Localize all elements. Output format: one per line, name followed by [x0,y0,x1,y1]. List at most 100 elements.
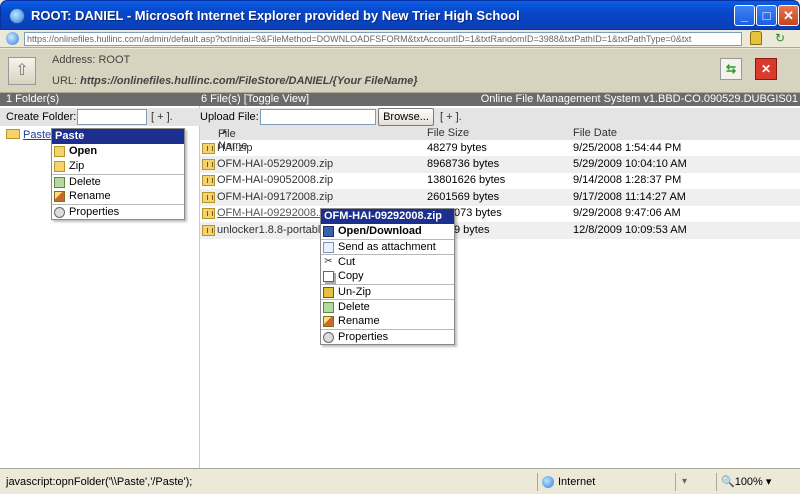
table-row[interactable]: OFM-HAI-09052008.zip 13801626 bytes 9/14… [200,172,800,189]
menu-item-delete[interactable]: Delete [52,174,184,189]
zip-icon [202,159,215,170]
table-row[interactable]: OFM-HAI-09172008.zip 2601569 bytes 9/17/… [200,189,800,206]
menu-item-zip[interactable]: Zip [52,159,184,174]
upload-add[interactable]: [ + ]. [440,111,462,123]
close-window-button[interactable]: ✕ [778,5,799,26]
zip-icon [202,192,215,203]
zoom-control[interactable]: 🔍100% ▾ [716,473,796,491]
file-name[interactable]: OFM-HAI-09052008.zip [217,174,333,186]
file-name[interactable]: HAI.zip [217,142,252,154]
close-panel-icon[interactable]: ✕ [755,58,777,80]
menu-item-label: Properties [69,206,120,218]
file-size: 9 bytes [454,224,490,236]
mail-icon [323,242,334,253]
menu-item-label: Un-Zip [338,286,372,298]
download-icon [323,226,334,237]
file-date: 5/29/2009 10:04:10 AM [573,158,687,170]
menu-item-label: Properties [338,331,389,343]
menu-item-properties[interactable]: Properties [52,204,184,219]
menu-item-copy[interactable]: Copy [321,269,454,284]
security-zone[interactable]: Internet [537,473,667,491]
sync-icon[interactable]: ⇆ [720,58,742,80]
col-file-size[interactable]: File Size [427,127,469,139]
upload-label: Upload File: [200,111,259,123]
file-name[interactable]: OFM-HAI-09292008.zip [217,207,333,219]
menu-item-label: Delete [338,301,370,313]
folder-up-button[interactable]: ⇧ [8,57,36,85]
files-count-toggle[interactable]: 6 File(s) [Toggle View] [201,93,309,105]
menu-item-label: Open [69,145,98,157]
lock-icon[interactable] [750,31,762,45]
window-title: ROOT: DANIEL - Microsoft Internet Explor… [31,8,520,23]
file-date: 9/29/2008 9:47:06 AM [573,207,681,219]
menu-item-open[interactable]: Open [52,144,184,159]
menu-item-unzip[interactable]: Un-Zip [321,284,454,299]
menu-item-open-download[interactable]: Open/Download [321,224,454,239]
upload-input[interactable] [260,109,376,125]
zip-icon [202,208,215,219]
create-folder-input[interactable] [77,109,147,125]
zip-icon [202,225,215,236]
file-pane: Upload File: Browse... [ + ]. File Name ▲… [200,106,800,468]
maximize-button[interactable]: □ [756,5,777,26]
files-header: 6 File(s) [Toggle View] Online File Mana… [200,93,800,106]
table-row[interactable]: OFM-HAI-09292008.zip 073 bytes 9/29/2008… [200,205,800,222]
table-row[interactable]: OFM-HAI-05292009.zip 8968736 bytes 5/29/… [200,156,800,173]
globe-icon [542,476,554,488]
protected-mode-icon[interactable]: ▾ [675,473,711,491]
current-url: URL: https://onlinefiles.hullinc.com/Fil… [52,75,418,87]
file-date: 9/25/2008 1:54:44 PM [573,142,682,154]
file-menu-title: OFM-HAI-09292008.zip [321,209,454,224]
menu-item-label: Open/Download [338,225,422,237]
status-bar: javascript:opnFolder('\\Paste','/Paste')… [0,468,800,494]
sort-asc-icon: ▲ [221,128,228,135]
menu-item-rename[interactable]: Rename [52,189,184,204]
zip-icon [202,143,215,154]
rename-icon [54,191,65,202]
refresh-icon[interactable]: ↻ [772,31,788,46]
rename-icon [323,316,334,327]
file-date: 9/17/2008 11:14:27 AM [573,191,686,203]
address-url[interactable]: https://onlinefiles.hullinc.com/admin/de… [24,32,742,46]
folder-icon [6,129,20,139]
browse-button[interactable]: Browse... [378,108,434,126]
file-size: 48279 bytes [427,142,487,154]
ie-logo-icon [9,8,25,24]
file-name[interactable]: unlocker1.8.8-portable.z [217,224,335,236]
file-size: 13801626 bytes [427,174,506,186]
file-size: 2601569 bytes [427,191,500,203]
menu-item-label: Copy [338,270,364,282]
zone-label: Internet [558,476,596,488]
delete-icon [323,302,334,313]
file-name[interactable]: OFM-HAI-09172008.zip [217,191,333,203]
menu-item-cut[interactable]: ✂ Cut [321,254,454,269]
minimize-button[interactable]: _ [734,5,755,26]
copy-icon [323,271,334,282]
col-file-date[interactable]: File Date [573,127,617,139]
folders-header: 1 Folder(s) [0,93,200,106]
folder-menu-title: Paste [52,129,184,144]
create-folder-add[interactable]: [ + ]. [151,111,173,123]
menu-item-label: Delete [69,176,101,188]
table-row[interactable]: HAI.zip 48279 bytes 9/25/2008 1:54:44 PM [200,140,800,157]
menu-item-send-attachment[interactable]: Send as attachment [321,239,454,254]
menu-item-label: Rename [338,315,380,327]
open-folder-icon [54,146,65,157]
info-panel: ⇧ Address: ROOT URL: https://onlinefiles… [0,49,800,93]
folder-item[interactable]: Paste [6,129,51,141]
file-name[interactable]: OFM-HAI-05292009.zip [217,158,333,170]
folder-name[interactable]: Paste [23,129,51,141]
scissors-icon: ✂ [324,256,333,267]
url-value: https://onlinefiles.hullinc.com/FileStor… [80,75,418,87]
page-icon [6,32,19,45]
table-row[interactable]: unlocker1.8.8-portable.z 9 bytes 12/8/20… [200,222,800,239]
file-date: 9/14/2008 1:28:37 PM [573,174,682,186]
menu-item-delete[interactable]: Delete [321,299,454,314]
folder-context-menu: Paste Open Zip Delete Rename Properties [51,128,185,220]
menu-item-rename[interactable]: Rename [321,314,454,329]
zip-icon [54,161,65,172]
unzip-icon [323,287,334,298]
menu-item-properties[interactable]: Properties [321,329,454,344]
properties-icon [323,332,334,343]
create-folder-bar: Create Folder: [ + ]. [0,108,200,126]
